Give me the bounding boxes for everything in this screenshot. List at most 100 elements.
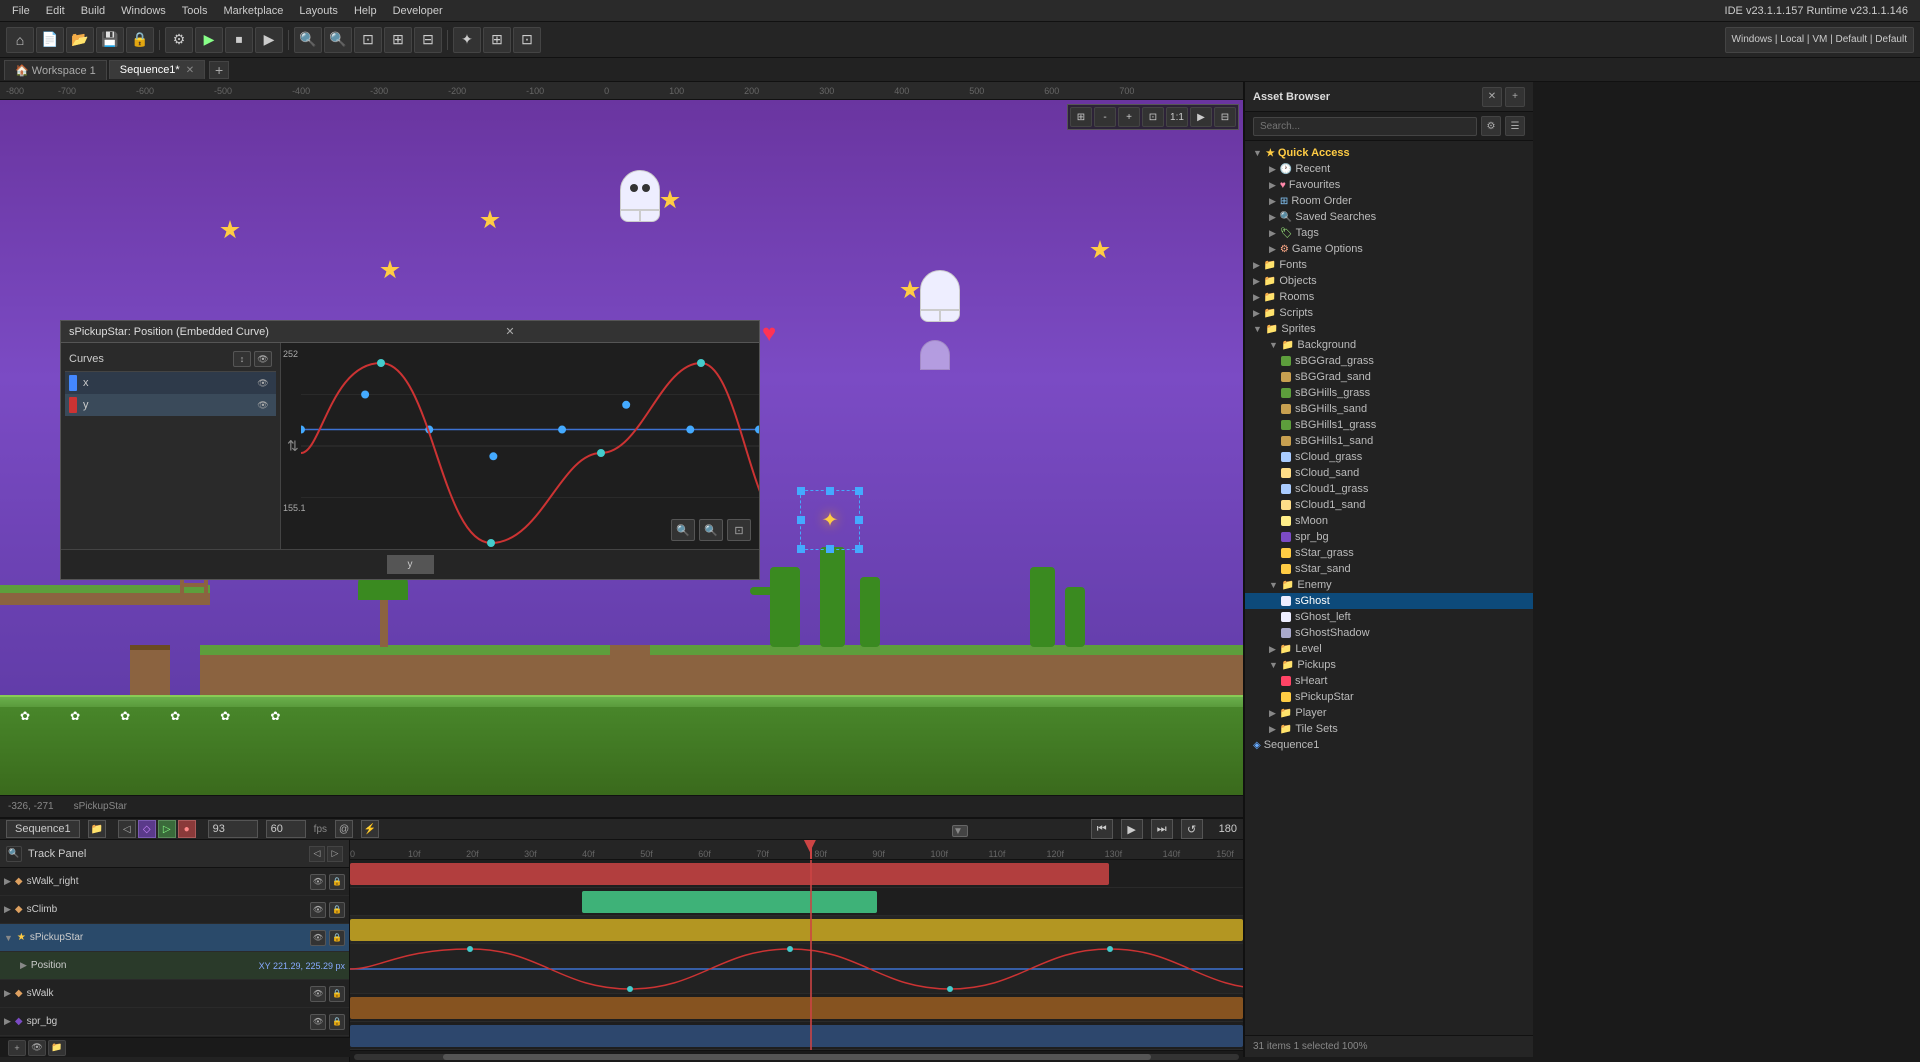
clip-sClimb[interactable] [582, 891, 877, 913]
folder-player[interactable]: ▶ 📁 Player [1245, 705, 1533, 721]
track-lock-sClimb[interactable]: 🔒 [329, 902, 345, 918]
clip-sPickupStar[interactable] [350, 919, 1243, 941]
collapse-timeline-btn[interactable]: ▼ [952, 825, 968, 837]
quick-access-saved-searches[interactable]: ▶ 🔍 Saved Searches [1245, 209, 1533, 225]
track-eye-sWalk_right[interactable]: 👁 [310, 874, 326, 890]
sprite-spr_bg[interactable]: spr_bg [1245, 529, 1533, 545]
timeline-tracks-area[interactable]: 0 10f 20f 30f 40f 50f 60f 70f 80f 90f 10… [350, 840, 1243, 1062]
toolbar-debug[interactable]: ▶ [255, 27, 283, 53]
track-lock-sWalk_right[interactable]: 🔒 [329, 874, 345, 890]
toolbar-home[interactable]: ⌂ [6, 27, 34, 53]
sprite-sHeart[interactable]: sHeart [1245, 673, 1533, 689]
toolbar-align[interactable]: ⊞ [483, 27, 511, 53]
curve-zoom-out[interactable]: 🔍 [671, 519, 695, 541]
timeline-nav-right[interactable]: ▷ [158, 820, 176, 838]
quick-access-recent[interactable]: ▶ 🕐 Recent [1245, 161, 1533, 177]
curve-canvas[interactable]: 252 155.1 ⇅ [281, 343, 759, 549]
sprite-sGhost_left[interactable]: sGhost_left [1245, 609, 1533, 625]
track-eye-sWalk[interactable]: 👁 [310, 986, 326, 1002]
timeline-loop[interactable]: ↺ [1181, 819, 1203, 839]
search-tracks-btn[interactable]: 🔍 [6, 846, 22, 862]
folder-sprites[interactable]: ▼ 📁 Sprites [1245, 321, 1533, 337]
menu-help[interactable]: Help [346, 3, 385, 19]
timeline-skip-end[interactable]: ⏭ [1151, 819, 1173, 839]
vp-zoom-in[interactable]: + [1118, 107, 1140, 127]
toolbar-settings[interactable]: ⚙ [165, 27, 193, 53]
eye-btn[interactable]: 👁 [28, 1040, 46, 1056]
sprite-sStar_grass[interactable]: sStar_grass [1245, 545, 1533, 561]
tracks-nav-left[interactable]: ◁ [309, 846, 325, 862]
sprite-sBGHills1_grass[interactable]: sBGHills1_grass [1245, 417, 1533, 433]
track-sWalk[interactable]: ▶ ◆ sWalk 👁 🔒 [0, 980, 349, 1008]
track-lock-spr_bg[interactable]: 🔒 [329, 1014, 345, 1030]
folder-scripts[interactable]: ▶ 📁 Scripts [1245, 305, 1533, 321]
track-expand-spr_bg[interactable]: ▶ [4, 1016, 11, 1027]
track-sClimb[interactable]: ▶ ◆ sClimb 👁 🔒 [0, 896, 349, 924]
toolbar-grid[interactable]: ⊟ [414, 27, 442, 53]
vp-zoom-100[interactable]: 1:1 [1166, 107, 1188, 127]
curve-channel-x[interactable]: x 👁 [65, 372, 276, 394]
track-eye-spr_bg[interactable]: 👁 [310, 1014, 326, 1030]
toolbar-snap[interactable]: ✦ [453, 27, 481, 53]
folder-rooms[interactable]: ▶ 📁 Rooms [1245, 289, 1533, 305]
toolbar-stop[interactable]: ⏹ [225, 27, 253, 53]
sequence-folder-btn[interactable]: 📁 [88, 820, 106, 838]
sprite-sBGHills_sand[interactable]: sBGHills_sand [1245, 401, 1533, 417]
track-position[interactable]: ▶ Position XY 221.29, 225.29 px [0, 952, 349, 980]
quick-access-tags[interactable]: ▶ 🏷 Tags [1245, 225, 1533, 241]
sprite-sGhostShadow[interactable]: sGhostShadow [1245, 625, 1533, 641]
tab-workspace1[interactable]: 🏠 Workspace 1 [4, 60, 107, 80]
toolbar-frame[interactable]: ⊡ [513, 27, 541, 53]
clip-sWalk[interactable] [350, 997, 1243, 1019]
curve-channel-y[interactable]: y 👁 [65, 394, 276, 416]
selected-object[interactable]: ✦ [800, 490, 860, 550]
track-expand-sPickupStar[interactable]: ▼ [4, 933, 13, 943]
asset-search-input[interactable] [1253, 117, 1477, 136]
track-spr_bg[interactable]: ▶ ◆ spr_bg 👁 🔒 [0, 1008, 349, 1036]
add-track-btn[interactable]: + [8, 1040, 26, 1056]
folder-objects[interactable]: ▶ 📁 Objects [1245, 273, 1533, 289]
quick-access-header[interactable]: ▼ ★ Quick Access [1245, 145, 1533, 161]
menu-file[interactable]: File [4, 3, 38, 19]
menu-tools[interactable]: Tools [174, 3, 216, 19]
sprite-sCloud_grass[interactable]: sCloud_grass [1245, 449, 1533, 465]
toolbar-zoom-out[interactable]: 🔍 [294, 27, 322, 53]
timeline-bolt-btn[interactable]: ⚡ [361, 820, 379, 838]
curve-channel-x-eye[interactable]: 👁 [254, 375, 272, 391]
asset-filter-btn[interactable]: ⚙ [1481, 116, 1501, 136]
toolbar-zoom-in[interactable]: 🔍 [324, 27, 352, 53]
toolbar-zoom-fit[interactable]: ⊡ [354, 27, 382, 53]
toolbar-play[interactable]: ▶ [195, 27, 223, 53]
sprite-sCloud1_sand[interactable]: sCloud1_sand [1245, 497, 1533, 513]
timeline-nav-diamond[interactable]: ◇ [138, 820, 156, 838]
clip-spr_bg[interactable] [350, 1025, 1243, 1047]
timeline-sync-btn[interactable]: @ [335, 820, 353, 838]
menu-build[interactable]: Build [73, 3, 113, 19]
vp-zoom-out[interactable]: - [1094, 107, 1116, 127]
folder-tile-sets[interactable]: ▶ 📁 Tile Sets [1245, 721, 1533, 737]
vp-grid-btn[interactable]: ⊞ [1070, 107, 1092, 127]
track-lock-sPickupStar[interactable]: 🔒 [329, 930, 345, 946]
track-sPickupStar[interactable]: ▼ ★ sPickupStar 👁 🔒 [0, 924, 349, 952]
track-eye-sPickupStar[interactable]: 👁 [310, 930, 326, 946]
track-eye-sClimb[interactable]: 👁 [310, 902, 326, 918]
folder-level[interactable]: ▶ 📁 Level [1245, 641, 1533, 657]
sprite-sPickupStar[interactable]: sPickupStar [1245, 689, 1533, 705]
curve-editor-close[interactable]: ✕ [505, 325, 514, 338]
track-lock-sWalk[interactable]: 🔒 [329, 986, 345, 1002]
curve-zoom-in[interactable]: 🔍 [699, 519, 723, 541]
timeline-play[interactable]: ▶ [1121, 819, 1143, 839]
menu-layouts[interactable]: Layouts [291, 3, 346, 19]
quick-access-game-options[interactable]: ▶ ⚙ Game Options [1245, 241, 1533, 257]
toolbar-zoom-custom[interactable]: ⊞ [384, 27, 412, 53]
clip-sWalk_right[interactable] [350, 863, 1109, 885]
quick-access-favourites[interactable]: ▶ ♥ Favourites [1245, 177, 1533, 193]
curve-eye-btn[interactable]: 👁 [254, 351, 272, 367]
sprite-sStar_sand[interactable]: sStar_sand [1245, 561, 1533, 577]
sprite-sCloud1_grass[interactable]: sCloud1_grass [1245, 481, 1533, 497]
curve-normalize-btn[interactable]: ↕ [233, 351, 251, 367]
frame-input[interactable]: 93 [208, 820, 258, 838]
sprite-sCloud_sand[interactable]: sCloud_sand [1245, 465, 1533, 481]
fps-input[interactable]: 60 [266, 820, 306, 838]
sequence-sequence1[interactable]: ◈ Sequence1 [1245, 737, 1533, 753]
